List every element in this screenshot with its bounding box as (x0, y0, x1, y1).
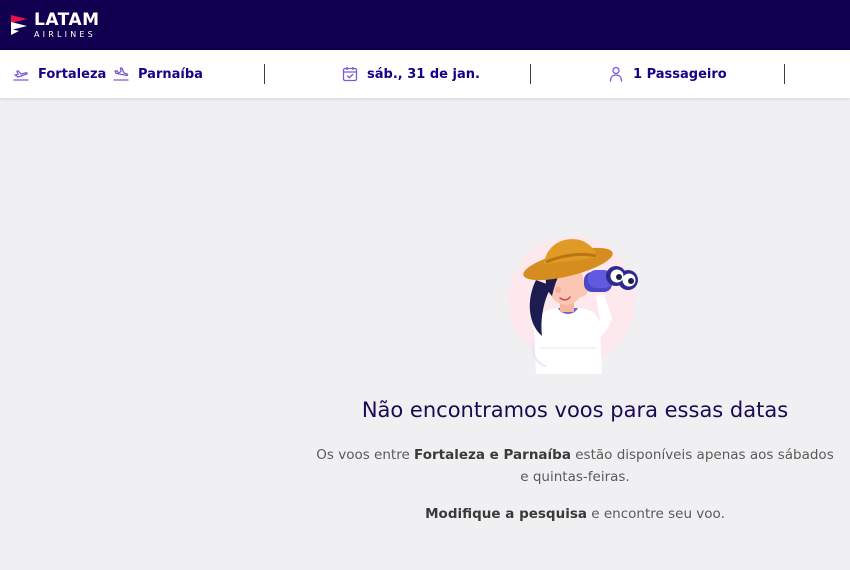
woman-binoculars-illustration (508, 236, 638, 374)
latam-logo[interactable]: LATAM AIRLINES (10, 8, 110, 42)
search-summary-bar: Fortaleza Parnaíba sáb., 31 de jan. 1 Pa… (0, 50, 850, 98)
passengers-label: 1 Passageiro (633, 66, 727, 82)
divider (530, 64, 531, 84)
empty-state-description: Os voos entre Fortaleza e Parnaíba estão… (310, 444, 840, 488)
landing-icon (113, 67, 129, 81)
description-prefix: Os voos entre (316, 447, 415, 463)
description-route: Fortaleza e Parnaíba (414, 447, 571, 463)
takeoff-icon (13, 70, 29, 81)
destination-field[interactable]: Parnaíba (112, 50, 203, 98)
origin-field[interactable]: Fortaleza (12, 50, 106, 98)
date-label: sáb., 31 de jan. (367, 66, 480, 82)
logo-text: LATAM AIRLINES (34, 9, 100, 39)
calendar-icon (342, 67, 358, 82)
passengers-field[interactable]: 1 Passageiro (607, 50, 727, 98)
top-bar: LATAM AIRLINES (0, 0, 850, 50)
person-icon (609, 66, 623, 82)
divider (784, 64, 785, 84)
logo-sub: AIRLINES (34, 29, 96, 39)
divider (264, 64, 265, 84)
latam-logo-icon (11, 15, 27, 35)
logo-name: LATAM (34, 9, 100, 30)
origin-label: Fortaleza (38, 66, 107, 82)
modify-search-rest: e encontre seu voo. (586, 506, 725, 522)
destination-label: Parnaíba (138, 66, 203, 82)
modify-search-hint: Modifique a pesquisa e encontre seu voo. (300, 506, 850, 522)
empty-state-title: Não encontramos voos para essas datas (361, 398, 789, 422)
date-field[interactable]: sáb., 31 de jan. (341, 50, 480, 98)
modify-search-link[interactable]: Modifique a pesquisa (425, 506, 587, 522)
